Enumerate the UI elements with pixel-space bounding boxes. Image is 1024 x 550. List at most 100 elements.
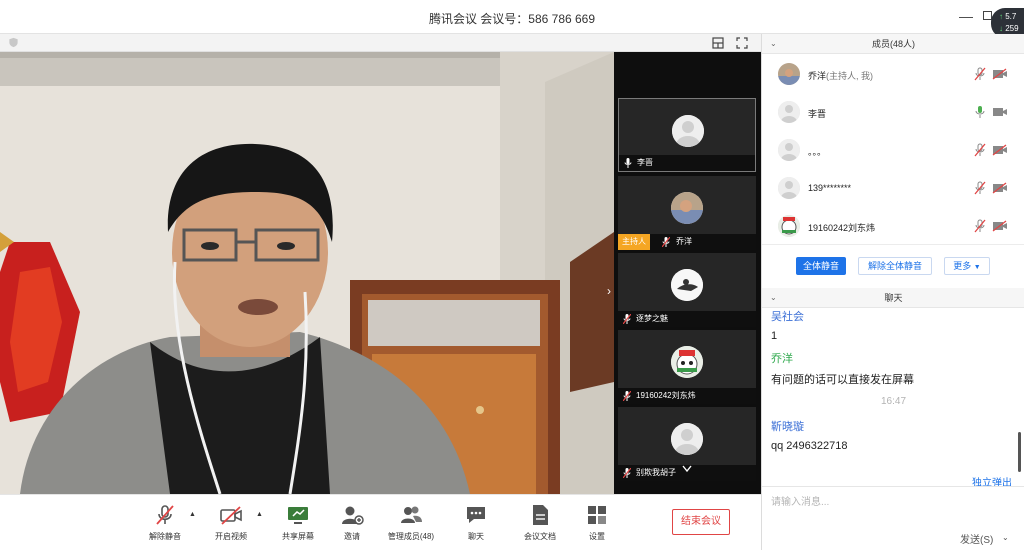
tencent-meeting-window: 腾讯会议 会议号：586 786 669 — ↑ 5.7 ↓ 259 › 李晋 …: [0, 0, 1024, 550]
more-button[interactable]: 更多 ▼: [944, 257, 990, 275]
thumb-name: 19160242刘东炜: [636, 391, 696, 400]
chat-message: 有问题的话可以直接发在屏幕: [771, 374, 914, 386]
caret-up-icon[interactable]: ▲: [189, 511, 197, 519]
share-screen-button[interactable]: 共享屏幕: [268, 503, 328, 542]
chevron-down-icon[interactable]: ⌄: [770, 288, 777, 308]
chat-sender: 乔洋: [771, 353, 793, 365]
thumb-nameplate: 19160242刘东炜: [618, 388, 756, 404]
avatar: [671, 346, 703, 378]
invite-button[interactable]: 邀请: [322, 503, 382, 542]
chat-header[interactable]: ⌄ 聊天: [762, 288, 1024, 308]
chat-label: 聊天: [468, 532, 484, 541]
mic-muted-icon: [623, 468, 631, 478]
shield-icon[interactable]: [8, 37, 19, 48]
settings-button[interactable]: 设置: [567, 503, 627, 542]
chat-message: qq 2496322718: [771, 440, 848, 452]
mic-muted-icon[interactable]: [974, 181, 986, 195]
member-name: 乔洋(主持人, 我): [808, 69, 873, 82]
end-meeting-button[interactable]: 结束会议: [672, 509, 730, 535]
meeting-toolbar: 解除静音 ▲ 开启视频 ▲ 共享屏幕 邀请 管理成员(48) 聊天 会议文档 设…: [0, 494, 761, 550]
mic-muted-icon[interactable]: [974, 143, 986, 157]
participant-thumb[interactable]: 李晋: [618, 98, 756, 172]
net-down-value: 259: [1005, 24, 1019, 33]
member-name-text: 乔洋: [808, 71, 827, 81]
mic-muted-icon: [662, 237, 670, 247]
members-title: 成员(48人): [871, 39, 915, 49]
caret-up-icon[interactable]: ▲: [256, 511, 264, 519]
title-bar: 腾讯会议 会议号：586 786 669 — ↑ 5.7 ↓ 259: [0, 0, 1024, 38]
manage-members-button[interactable]: 管理成员(48): [381, 503, 441, 542]
window-title: 腾讯会议 会议号：586 786 669: [428, 12, 596, 26]
unmute-label: 解除静音: [149, 532, 181, 541]
member-name: 139********: [808, 183, 852, 193]
side-panel: ⌄ 成员(48人) 乔洋(主持人, 我) 李晋 。。。 139********: [761, 34, 1024, 550]
participant-thumb[interactable]: 19160242刘东炜: [618, 330, 756, 404]
camera-off-icon[interactable]: [992, 220, 1008, 232]
fullscreen-icon[interactable]: [736, 37, 748, 49]
participant-thumb[interactable]: 别欺我胡子: [618, 407, 756, 481]
caret-down-icon: ▼: [973, 264, 981, 271]
mic-muted-icon[interactable]: [974, 67, 986, 81]
main-speaker-video[interactable]: [0, 52, 614, 494]
meeting-docs-label: 会议文档: [524, 532, 556, 541]
minimize-button[interactable]: —: [958, 8, 974, 24]
mic-muted-icon: [156, 505, 174, 525]
host-tag: 主持人: [618, 234, 650, 250]
chat-scrollbar[interactable]: [1018, 432, 1021, 472]
member-name: 19160242刘东炜: [808, 223, 876, 233]
chat-input[interactable]: 请输入消息... 发送(S) ⌄: [762, 486, 1024, 550]
camera-icon[interactable]: [992, 106, 1008, 118]
chevron-down-icon[interactable]: ⌄: [770, 34, 777, 54]
members-header[interactable]: ⌄ 成员(48人): [762, 34, 1024, 54]
add-user-icon: [342, 506, 364, 525]
chat-input-placeholder: 请输入消息...: [771, 497, 830, 508]
chevron-down-icon[interactable]: ⌄: [1002, 533, 1009, 542]
members-actions: 全体静音 解除全体静音 更多 ▼: [762, 244, 1024, 292]
chat-icon: [467, 507, 485, 523]
share-screen-icon: [288, 507, 308, 524]
invite-label: 邀请: [344, 532, 360, 541]
layout-icon[interactable]: [712, 37, 724, 49]
download-arrow-icon: ↓: [999, 24, 1003, 33]
member-row[interactable]: 139********: [762, 170, 1024, 208]
mic-muted-icon: [623, 314, 631, 324]
camera-off-icon[interactable]: [992, 68, 1008, 80]
member-row[interactable]: 。。。: [762, 132, 1024, 170]
unmute-button[interactable]: 解除静音: [135, 503, 195, 542]
chat-sender: 吴社会: [771, 311, 804, 323]
start-video-button[interactable]: 开启视频: [201, 503, 261, 542]
mic-muted-icon[interactable]: [974, 219, 986, 233]
thumb-name: 逐梦之魅: [636, 314, 668, 323]
participant-thumb[interactable]: 逐梦之魅: [618, 253, 756, 327]
thumb-name: 乔洋: [676, 237, 692, 246]
mic-icon[interactable]: [974, 105, 986, 119]
chat-timestamp: 16:47: [880, 396, 907, 407]
chevron-down-icon[interactable]: [682, 465, 692, 473]
manage-members-label: 管理成员(48): [387, 532, 435, 541]
members-icon: [401, 506, 422, 523]
thumb-nameplate: 主持人 乔洋: [618, 234, 756, 250]
member-row[interactable]: 乔洋(主持人, 我): [762, 56, 1024, 94]
avatar: [778, 63, 800, 85]
member-row[interactable]: 19160242刘东炜: [762, 208, 1024, 246]
mic-icon: [624, 158, 632, 168]
upload-arrow-icon: ↑: [999, 12, 1003, 21]
thumb-nameplate: 逐梦之魅: [618, 311, 756, 327]
settings-grid-icon: [588, 506, 606, 524]
thumb-name: 李晋: [637, 158, 653, 167]
net-up-value: 5.7: [1005, 12, 1017, 21]
chat-button[interactable]: 聊天: [446, 503, 506, 542]
chevron-right-icon[interactable]: ›: [602, 282, 616, 300]
send-button[interactable]: 发送(S): [960, 531, 993, 546]
member-role: (主持人, 我): [826, 71, 874, 81]
camera-off-icon[interactable]: [992, 182, 1008, 194]
avatar: [671, 192, 703, 224]
participant-thumb[interactable]: 主持人 乔洋: [618, 176, 756, 250]
unmute-all-button[interactable]: 解除全体静音: [858, 257, 932, 275]
mute-all-button[interactable]: 全体静音: [796, 257, 846, 275]
meeting-docs-button[interactable]: 会议文档: [510, 503, 570, 542]
camera-off-icon[interactable]: [992, 144, 1008, 156]
avatar: [671, 269, 703, 301]
document-icon: [533, 505, 548, 525]
member-row[interactable]: 李晋: [762, 94, 1024, 132]
